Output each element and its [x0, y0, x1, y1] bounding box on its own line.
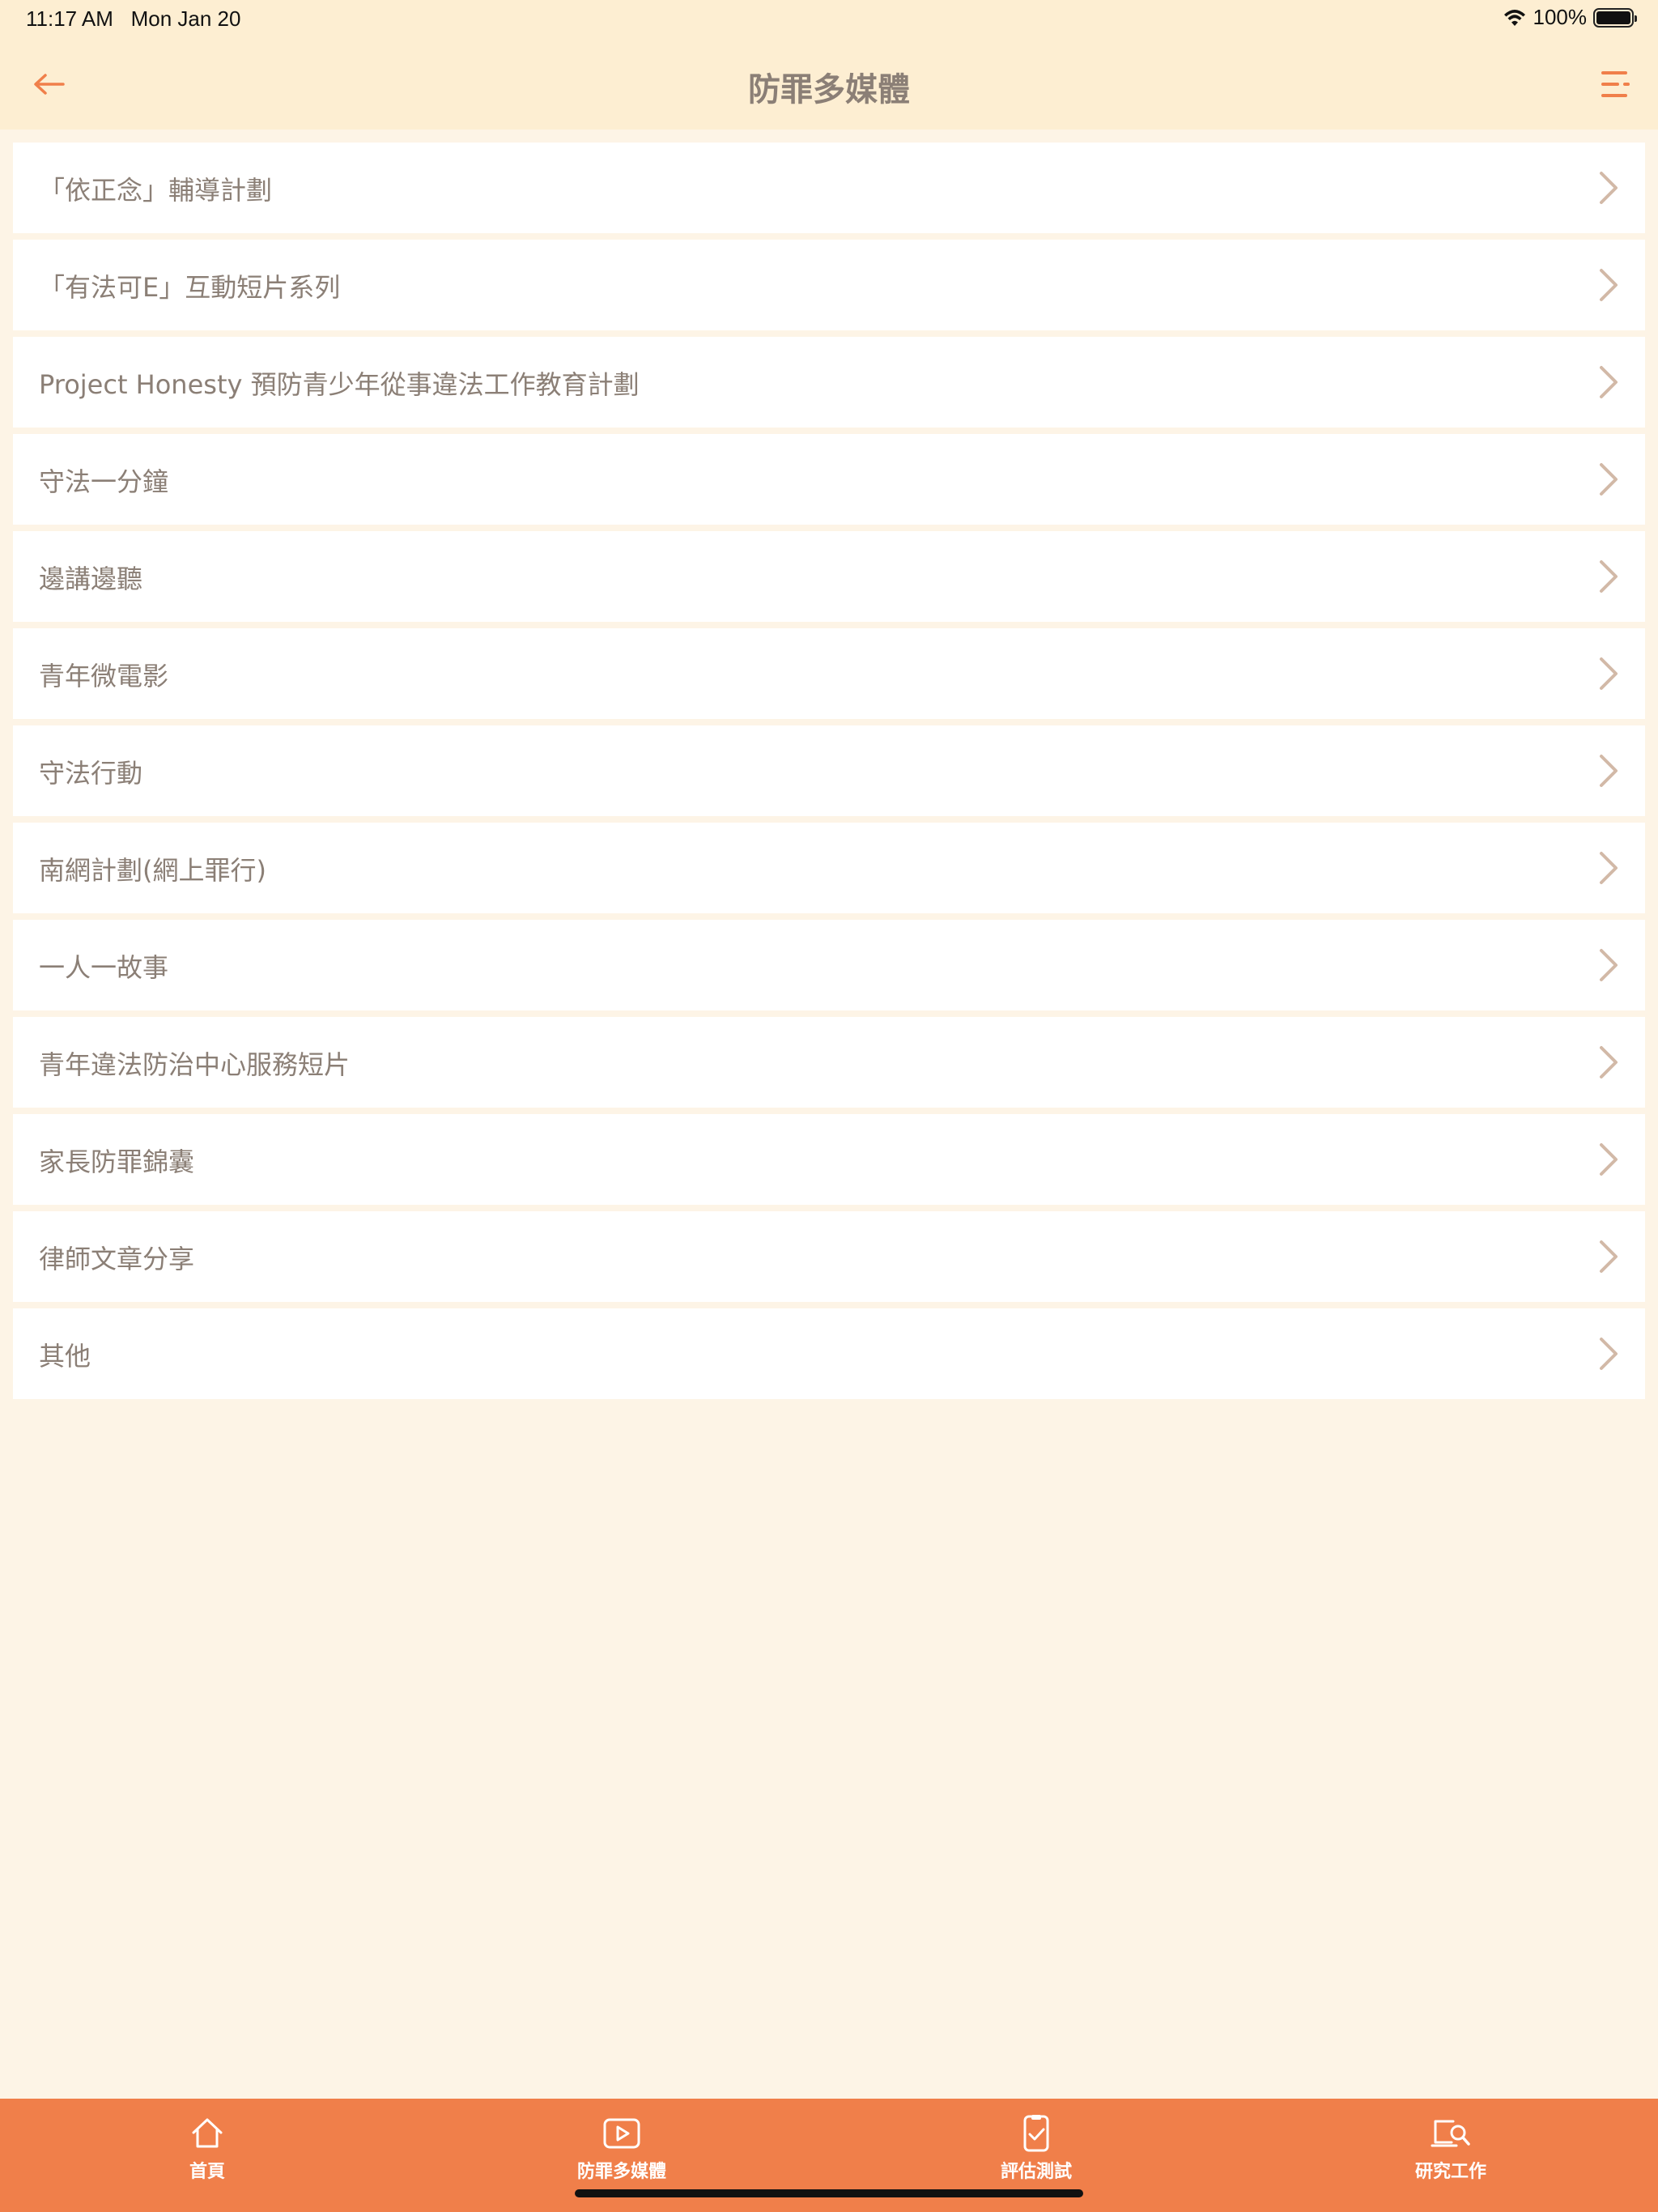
status-right: 100% — [1503, 5, 1637, 30]
list-item-10[interactable]: 家長防罪錦囊 — [13, 1114, 1645, 1205]
research-icon — [1431, 2120, 1470, 2147]
tab-research-label: 研究工作 — [1414, 2162, 1486, 2182]
chevron-right-icon — [1600, 560, 1618, 593]
list-item-label: 守法行動 — [39, 758, 143, 789]
list-item-4[interactable]: 邊講邊聽 — [13, 531, 1645, 622]
play-video-icon — [603, 2118, 640, 2149]
chevron-right-icon — [1600, 1046, 1618, 1078]
list-item-1[interactable]: 「有法可E」互動短片系列 — [13, 240, 1645, 330]
tab-home-label: 首頁 — [189, 2162, 225, 2182]
tab-home[interactable]: 首頁 — [0, 2099, 414, 2212]
battery-icon — [1593, 7, 1637, 28]
list-item-label: 「有法可E」互動短片系列 — [39, 272, 341, 303]
list-item-0[interactable]: 「依正念」輔導計劃 — [13, 143, 1645, 233]
chevron-right-icon — [1600, 463, 1618, 496]
chevron-right-icon — [1600, 852, 1618, 884]
page-title: 防罪多媒體 — [748, 71, 910, 108]
app-screen: 11:17 AM Mon Jan 20 100% 防罪多媒體 「依正念」輔導計劃… — [0, 0, 1658, 2212]
list-item-8[interactable]: 一人一故事 — [13, 920, 1645, 1010]
list-item-label: 律師文章分享 — [39, 1244, 195, 1274]
tab-assessment-label: 評估測試 — [1000, 2162, 1072, 2182]
list-item-3[interactable]: 守法一分鐘 — [13, 434, 1645, 525]
status-bar: 11:17 AM Mon Jan 20 100% — [0, 0, 1658, 39]
list-item-11[interactable]: 律師文章分享 — [13, 1211, 1645, 1302]
list-item-5[interactable]: 青年微電影 — [13, 628, 1645, 719]
list-item-2[interactable]: Project Honesty 預防青少年從事違法工作教育計劃 — [13, 337, 1645, 428]
list-item-label: 守法一分鐘 — [39, 466, 169, 497]
menu-button[interactable] — [1592, 62, 1640, 107]
list-item-label: 其他 — [39, 1341, 91, 1372]
list-item-label: 「依正念」輔導計劃 — [39, 175, 273, 206]
chevron-right-icon — [1600, 949, 1618, 981]
tab-media-label: 防罪多媒體 — [576, 2162, 666, 2182]
home-icon — [192, 2118, 223, 2148]
tab-research[interactable]: 研究工作 — [1244, 2099, 1658, 2212]
list-item-12[interactable]: 其他 — [13, 1308, 1645, 1399]
chevron-right-icon — [1600, 755, 1618, 787]
chevron-right-icon — [1600, 1338, 1618, 1370]
list-item-7[interactable]: 南網計劃(網上罪行) — [13, 823, 1645, 913]
chevron-right-icon — [1600, 657, 1618, 690]
list-item-label: Project Honesty 預防青少年從事違法工作教育計劃 — [39, 369, 640, 400]
chevron-right-icon — [1600, 1143, 1618, 1176]
chevron-right-icon — [1600, 269, 1618, 301]
chevron-right-icon — [1600, 366, 1618, 398]
chevron-right-icon — [1600, 172, 1618, 204]
list-item-6[interactable]: 守法行動 — [13, 725, 1645, 816]
wifi-icon — [1503, 9, 1525, 26]
list-item-label: 青年微電影 — [39, 661, 169, 691]
nav-header: 防罪多媒體 — [0, 39, 1658, 130]
list-item-9[interactable]: 青年違法防治中心服務短片 — [13, 1017, 1645, 1108]
list-item-label: 邊講邊聽 — [39, 564, 143, 594]
chevron-right-icon — [1600, 1240, 1618, 1273]
menu-icon — [1601, 71, 1630, 97]
home-indicator[interactable] — [575, 2189, 1083, 2197]
battery-percent: 100% — [1533, 5, 1588, 29]
list-item-label: 一人一故事 — [39, 952, 169, 983]
list-item-label: 南網計劃(網上罪行) — [39, 855, 266, 886]
category-list: 「依正念」輔導計劃 「有法可E」互動短片系列 Project Honesty 預… — [13, 143, 1645, 1406]
list-item-label: 家長防罪錦囊 — [39, 1146, 195, 1177]
checklist-icon — [1023, 2115, 1049, 2152]
status-time: 11:17 AM Mon Jan 20 — [26, 6, 241, 31]
list-item-label: 青年違法防治中心服務短片 — [39, 1049, 351, 1080]
